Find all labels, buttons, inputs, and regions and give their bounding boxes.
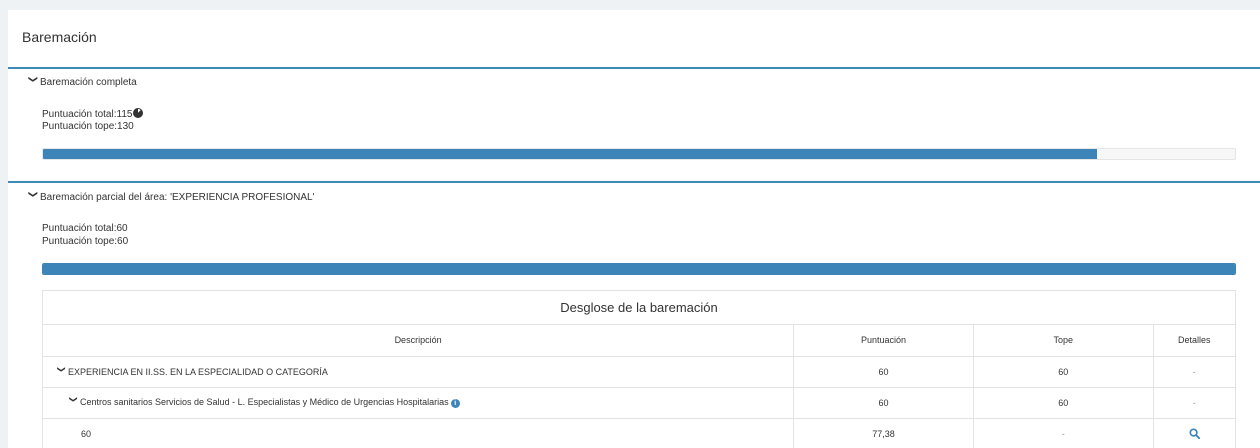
chevron-down-icon[interactable]: ❯ xyxy=(57,366,66,379)
section-divider-complete xyxy=(8,67,1260,69)
row-cap: 60 xyxy=(973,356,1154,388)
complete-progress-fill xyxy=(43,149,1098,159)
table-row: 60 77,38 - xyxy=(43,418,1235,448)
row-details: - xyxy=(1153,387,1235,419)
pie-chart-icon[interactable] xyxy=(133,108,144,118)
chevron-down-icon: ❯ xyxy=(28,190,39,199)
column-header-cap: Tope xyxy=(973,325,1154,357)
row-score: 60 xyxy=(793,356,974,388)
section-title-complete: Baremación completa xyxy=(40,77,137,88)
column-header-score: Puntuación xyxy=(793,325,974,357)
row-cap: 60 xyxy=(973,387,1154,419)
row-score: 77,38 xyxy=(793,418,974,448)
partial-top-score: Puntuación tope:60 xyxy=(42,236,129,247)
breakdown-panel: Desglose de la baremación Descripción Pu… xyxy=(42,290,1236,448)
chevron-down-icon: ❯ xyxy=(28,75,39,84)
section-title-partial: Baremación parcial del área: 'EXPERIENCI… xyxy=(40,192,315,203)
table-row: ❯ Centros sanitarios Servicios de Salud -… xyxy=(43,387,1235,419)
row-details: - xyxy=(1153,356,1235,388)
partial-progress-fill xyxy=(43,264,1235,274)
row-details-cell xyxy=(1153,418,1235,448)
section-toggle-complete[interactable]: ❯ Baremación completa xyxy=(26,75,137,89)
complete-total-score: Puntuación total:115 xyxy=(42,108,144,120)
complete-progress-bar xyxy=(42,148,1236,160)
column-header-details: Detalles xyxy=(1153,325,1235,357)
row-description: EXPERIENCIA EN II.SS. EN LA ESPECIALIDAD… xyxy=(68,366,328,377)
section-toggle-partial[interactable]: ❯ Baremación parcial del área: 'EXPERIEN… xyxy=(26,190,315,204)
row-description: 60 xyxy=(43,418,795,448)
partial-progress-bar xyxy=(42,263,1236,275)
section-divider-partial xyxy=(8,181,1260,183)
search-icon[interactable] xyxy=(1189,428,1200,440)
row-description-cell[interactable]: ❯ EXPERIENCIA EN II.SS. EN LA ESPECIALIDA… xyxy=(43,356,795,388)
column-header-description: Descripción xyxy=(43,325,795,357)
table-row: ❯ EXPERIENCIA EN II.SS. EN LA ESPECIALIDA… xyxy=(43,356,1235,388)
row-score: 60 xyxy=(793,387,974,419)
top-bar xyxy=(0,0,1260,10)
info-icon[interactable]: i xyxy=(450,399,460,408)
table-header-row: Descripción Puntuación Tope Detalles xyxy=(43,325,1235,357)
complete-top-score: Puntuación tope:130 xyxy=(42,121,134,132)
row-cap: - xyxy=(973,418,1154,448)
left-bar xyxy=(0,10,8,448)
breakdown-table: Descripción Puntuación Tope Detalles ❯ EX… xyxy=(43,325,1235,448)
row-description-cell[interactable]: ❯ Centros sanitarios Servicios de Salud -… xyxy=(43,387,795,419)
row-description: Centros sanitarios Servicios de Salud - … xyxy=(80,397,449,407)
partial-total-score: Puntuación total:60 xyxy=(42,223,128,234)
page-title: Baremación xyxy=(22,29,97,45)
chevron-down-icon[interactable]: ❯ xyxy=(69,396,78,409)
breakdown-title: Desglose de la baremación xyxy=(43,291,1235,325)
